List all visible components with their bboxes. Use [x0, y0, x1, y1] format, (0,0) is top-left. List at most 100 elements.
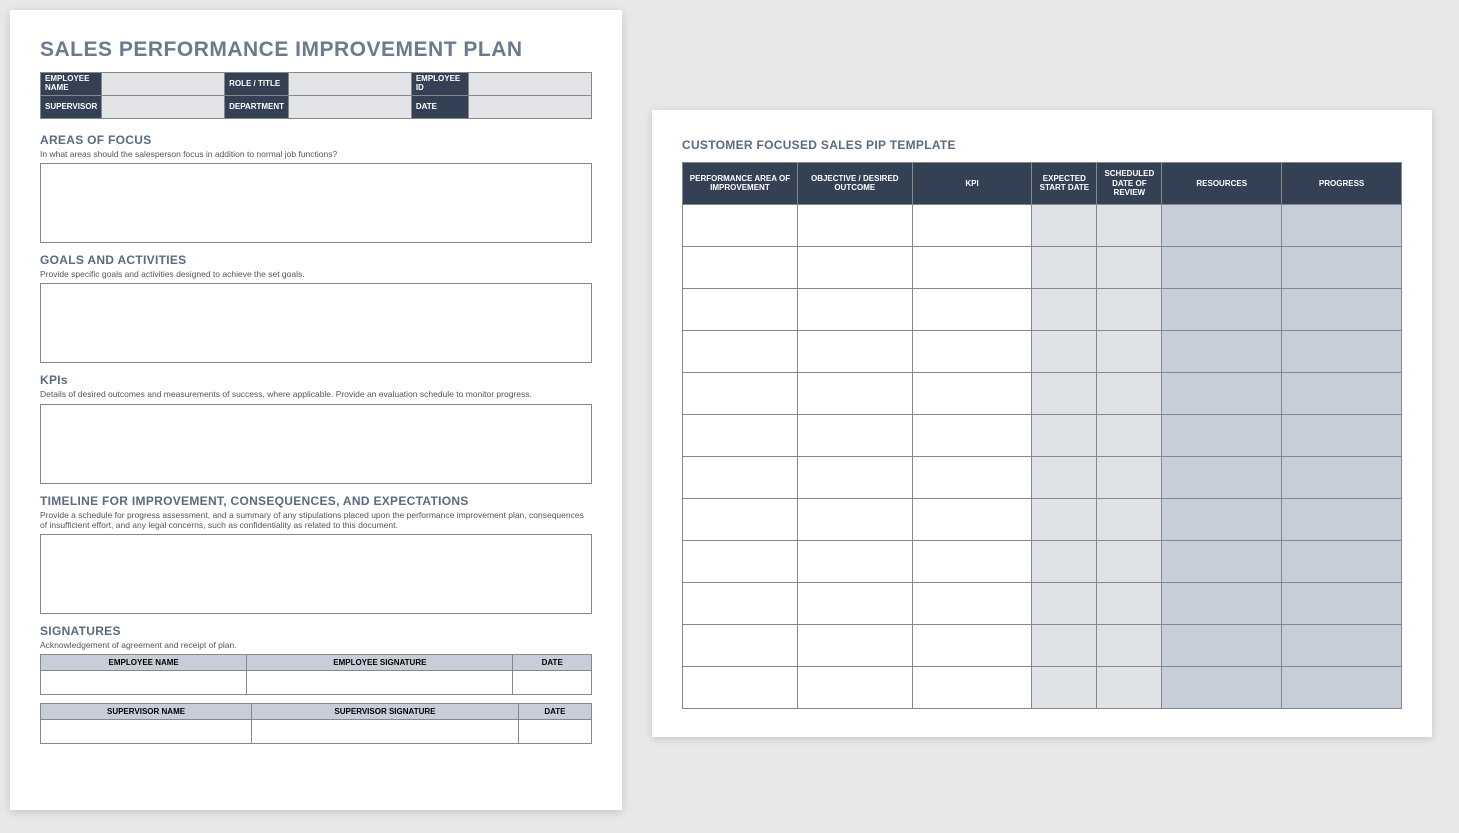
pip-cell[interactable]	[1097, 414, 1162, 456]
pip-cell[interactable]	[797, 330, 912, 372]
pip-cell[interactable]	[1282, 540, 1402, 582]
pip-cell[interactable]	[797, 666, 912, 708]
pip-cell[interactable]	[797, 540, 912, 582]
pip-cell[interactable]	[1097, 204, 1162, 246]
pip-cell[interactable]	[912, 204, 1032, 246]
pip-cell[interactable]	[683, 666, 798, 708]
pip-cell[interactable]	[797, 624, 912, 666]
pip-cell[interactable]	[1162, 582, 1282, 624]
section-box-focus[interactable]	[40, 163, 592, 243]
pip-cell[interactable]	[1097, 540, 1162, 582]
pip-cell[interactable]	[1282, 246, 1402, 288]
pip-cell[interactable]	[1097, 246, 1162, 288]
sig-cell-emp-date[interactable]	[513, 671, 592, 695]
pip-cell[interactable]	[912, 582, 1032, 624]
pip-cell[interactable]	[1162, 540, 1282, 582]
pip-cell[interactable]	[1162, 498, 1282, 540]
pip-cell[interactable]	[1162, 372, 1282, 414]
header-value-date[interactable]	[469, 96, 592, 119]
pip-cell[interactable]	[797, 582, 912, 624]
pip-cell[interactable]	[1282, 204, 1402, 246]
pip-cell[interactable]	[683, 288, 798, 330]
pip-cell[interactable]	[1282, 288, 1402, 330]
pip-cell[interactable]	[1162, 330, 1282, 372]
pip-cell[interactable]	[683, 414, 798, 456]
pip-cell[interactable]	[1162, 624, 1282, 666]
pip-cell[interactable]	[1097, 330, 1162, 372]
pip-cell[interactable]	[797, 414, 912, 456]
pip-cell[interactable]	[1097, 498, 1162, 540]
sig-cell-emp-sig[interactable]	[247, 671, 513, 695]
pip-cell[interactable]	[683, 624, 798, 666]
pip-cell[interactable]	[683, 498, 798, 540]
section-box-timeline[interactable]	[40, 534, 592, 614]
header-value-department[interactable]	[289, 96, 412, 119]
pip-cell[interactable]	[912, 414, 1032, 456]
pip-cell[interactable]	[1162, 288, 1282, 330]
sig-cell-emp-name[interactable]	[41, 671, 247, 695]
pip-cell[interactable]	[683, 372, 798, 414]
pip-cell[interactable]	[1032, 582, 1097, 624]
pip-cell[interactable]	[1032, 498, 1097, 540]
header-value-supervisor[interactable]	[102, 96, 225, 119]
pip-cell[interactable]	[1032, 246, 1097, 288]
pip-cell[interactable]	[912, 624, 1032, 666]
pip-cell[interactable]	[912, 540, 1032, 582]
pip-cell[interactable]	[683, 330, 798, 372]
pip-cell[interactable]	[912, 456, 1032, 498]
pip-cell[interactable]	[1282, 330, 1402, 372]
pip-cell[interactable]	[1162, 414, 1282, 456]
pip-cell[interactable]	[797, 246, 912, 288]
pip-cell[interactable]	[1282, 624, 1402, 666]
pip-cell[interactable]	[1032, 204, 1097, 246]
pip-cell[interactable]	[1097, 288, 1162, 330]
pip-cell[interactable]	[1282, 582, 1402, 624]
pip-cell[interactable]	[912, 372, 1032, 414]
pip-cell[interactable]	[797, 456, 912, 498]
pip-cell[interactable]	[1162, 456, 1282, 498]
section-box-goals[interactable]	[40, 283, 592, 363]
pip-cell[interactable]	[1282, 498, 1402, 540]
pip-cell[interactable]	[797, 288, 912, 330]
pip-cell[interactable]	[1162, 666, 1282, 708]
pip-cell[interactable]	[683, 540, 798, 582]
header-value-emp-name[interactable]	[102, 73, 225, 96]
pip-cell[interactable]	[683, 246, 798, 288]
pip-cell[interactable]	[683, 204, 798, 246]
sig-cell-sup-sig[interactable]	[252, 720, 519, 744]
pip-cell[interactable]	[912, 288, 1032, 330]
pip-cell[interactable]	[1032, 288, 1097, 330]
pip-cell[interactable]	[1282, 414, 1402, 456]
pip-cell[interactable]	[912, 498, 1032, 540]
pip-cell[interactable]	[1097, 582, 1162, 624]
pip-cell[interactable]	[1032, 540, 1097, 582]
pip-cell[interactable]	[797, 498, 912, 540]
pip-cell[interactable]	[1162, 204, 1282, 246]
pip-cell[interactable]	[1282, 456, 1402, 498]
pip-cell[interactable]	[797, 204, 912, 246]
pip-cell[interactable]	[1032, 414, 1097, 456]
pip-cell[interactable]	[1032, 624, 1097, 666]
pip-cell[interactable]	[1097, 624, 1162, 666]
pip-cell[interactable]	[912, 330, 1032, 372]
section-box-kpis[interactable]	[40, 404, 592, 484]
pip-cell[interactable]	[1097, 372, 1162, 414]
pip-cell[interactable]	[683, 582, 798, 624]
pip-cell[interactable]	[1097, 666, 1162, 708]
pip-cell[interactable]	[912, 246, 1032, 288]
pip-cell[interactable]	[1282, 666, 1402, 708]
pip-cell[interactable]	[1032, 456, 1097, 498]
pip-cell[interactable]	[1162, 246, 1282, 288]
pip-cell[interactable]	[1097, 456, 1162, 498]
header-value-emp-id[interactable]	[469, 73, 592, 96]
pip-cell[interactable]	[912, 666, 1032, 708]
pip-cell[interactable]	[1282, 372, 1402, 414]
header-value-role[interactable]	[289, 73, 412, 96]
sig-cell-sup-date[interactable]	[518, 720, 591, 744]
pip-cell[interactable]	[1032, 666, 1097, 708]
pip-cell[interactable]	[1032, 372, 1097, 414]
sig-cell-sup-name[interactable]	[41, 720, 252, 744]
pip-cell[interactable]	[1032, 330, 1097, 372]
pip-cell[interactable]	[683, 456, 798, 498]
pip-cell[interactable]	[797, 372, 912, 414]
